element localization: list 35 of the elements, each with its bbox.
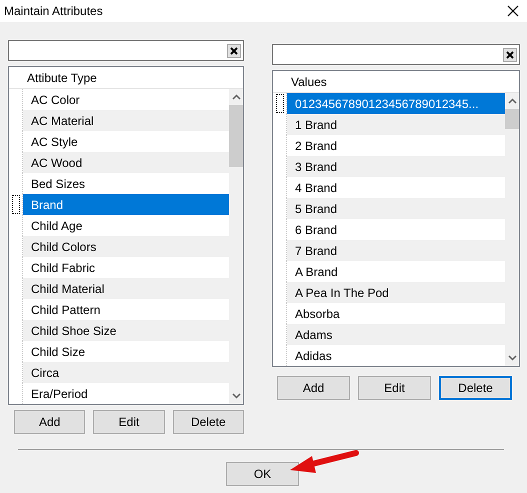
- list-item[interactable]: Child Colors: [23, 236, 229, 257]
- window-title: Maintain Attributes: [4, 3, 103, 20]
- action-button[interactable]: Add: [277, 376, 350, 400]
- scrollbar-thumb[interactable]: [229, 105, 243, 167]
- list-item[interactable]: Circa: [23, 362, 229, 383]
- list-item[interactable]: 5 Brand: [287, 198, 505, 219]
- close-icon: [506, 50, 514, 58]
- action-button[interactable]: Delete: [439, 376, 512, 400]
- list-item[interactable]: Child Shoe Size: [23, 320, 229, 341]
- list-item[interactable]: 3 Brand: [287, 156, 505, 177]
- list-item[interactable]: 1 Brand: [287, 114, 505, 135]
- close-icon: [230, 46, 238, 54]
- ok-button[interactable]: OK: [226, 462, 299, 486]
- scrollbar[interactable]: [505, 93, 519, 366]
- list-item[interactable]: 01234567890123456789012345...: [287, 93, 505, 114]
- list-item[interactable]: AC Material: [23, 110, 229, 131]
- action-button[interactable]: Edit: [93, 410, 165, 434]
- column-header[interactable]: Attibute Type: [25, 68, 243, 86]
- action-button[interactable]: Delete: [172, 410, 244, 434]
- list-item[interactable]: Brand: [23, 194, 229, 215]
- clear-button[interactable]: [227, 44, 241, 58]
- clear-button[interactable]: [503, 48, 517, 62]
- scrollbar[interactable]: [229, 89, 243, 404]
- search-field[interactable]: [272, 44, 520, 65]
- column-header[interactable]: Values: [289, 72, 519, 90]
- list-item[interactable]: AC Wood: [23, 152, 229, 173]
- list-item[interactable]: Child Material: [23, 278, 229, 299]
- close-icon[interactable]: [507, 5, 519, 17]
- action-button[interactable]: Edit: [358, 376, 431, 400]
- list-item[interactable]: A Pea In The Pod: [287, 282, 505, 303]
- list-item[interactable]: Adams: [287, 324, 505, 345]
- action-button[interactable]: Add: [14, 410, 86, 434]
- search-field[interactable]: [8, 40, 244, 61]
- scrollbar-thumb[interactable]: [505, 109, 519, 129]
- list-item[interactable]: 7 Brand: [287, 240, 505, 261]
